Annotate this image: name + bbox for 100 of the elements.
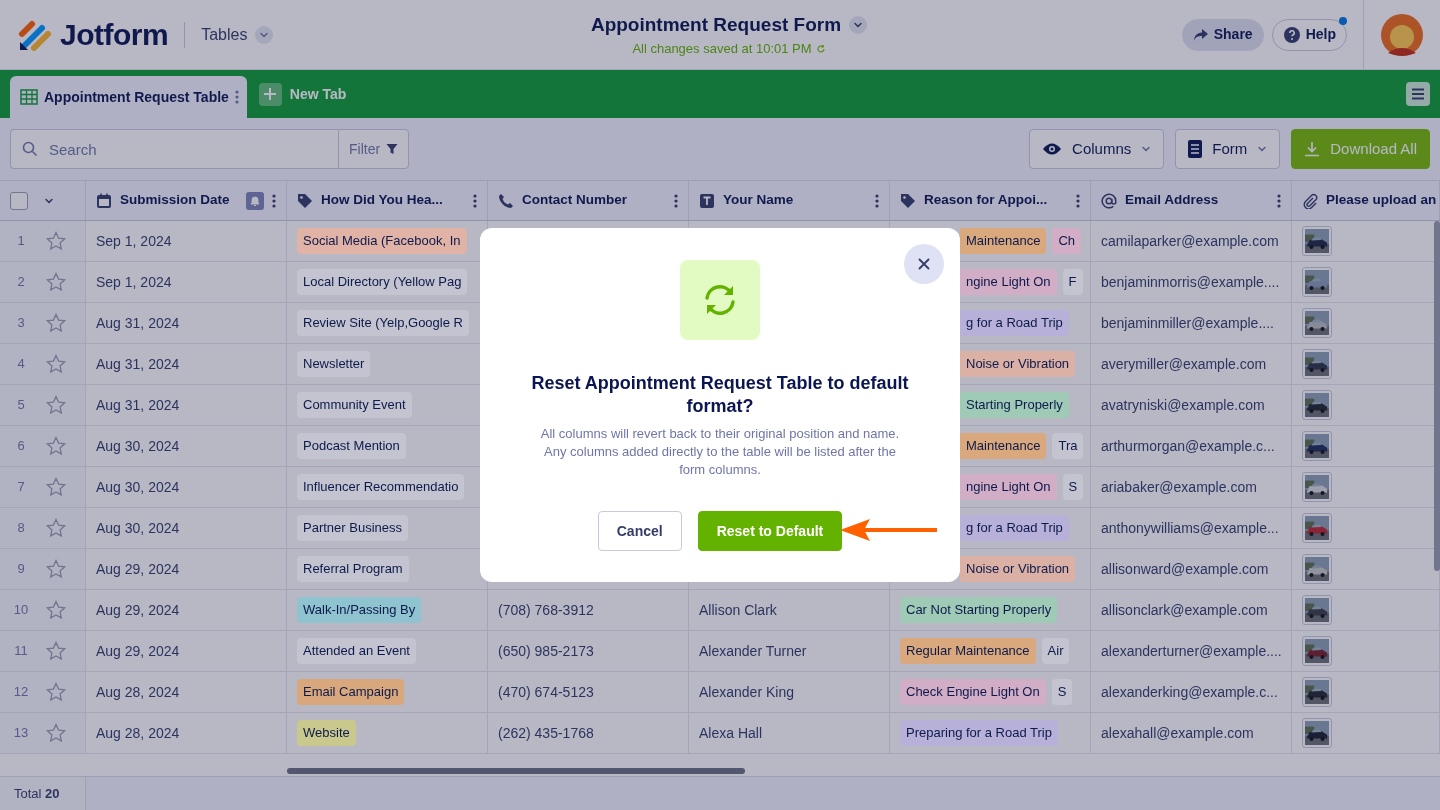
tag: Tra (1052, 433, 1084, 459)
table-cell-text: Aug 31, 2024 (96, 313, 180, 333)
more-icon[interactable] (1076, 193, 1080, 208)
search-icon (22, 141, 38, 157)
cancel-button[interactable]: Cancel (597, 511, 682, 552)
table-cell-text: Alexa Hall (699, 723, 763, 743)
horizontal-scrollbar[interactable] (287, 768, 745, 774)
more-icon[interactable] (674, 193, 678, 208)
table-cell-text: allisonclark@example.com (1101, 600, 1268, 620)
table-cell-text: allisonward@example.com (1101, 559, 1269, 579)
star-icon[interactable] (46, 518, 66, 538)
at-sign-icon (1101, 192, 1117, 209)
table-cell-text: alexanderking@example.c... (1101, 682, 1278, 702)
star-icon[interactable] (46, 641, 66, 661)
save-status: All changes saved at 10:01 PM (632, 40, 812, 58)
vertical-scrollbar[interactable] (1434, 221, 1440, 571)
avatar[interactable] (1380, 12, 1424, 57)
more-icon[interactable] (1277, 193, 1281, 208)
table-cell-text: benjaminmiller@example.... (1101, 313, 1274, 333)
filter-icon (386, 143, 399, 155)
dialog-message: All columns will revert back to their original position and name. Any columns added directly to the table will be listed after the form columns. (539, 424, 901, 480)
tag: Regular Maintenance (900, 638, 1036, 664)
tag: Influencer Recommendatio (297, 474, 465, 500)
more-icon[interactable] (473, 193, 477, 208)
row-number: 6 (16, 437, 26, 456)
tag: Noise or Vibration (960, 351, 1076, 377)
tag: Review Site (Yelp,Google R (297, 310, 469, 336)
tag: Preparing for a Road Trip (900, 720, 1058, 746)
tag: Check Engine Light On (900, 679, 1046, 705)
more-icon[interactable] (875, 193, 879, 208)
table-cell-text: (262) 435-1768 (498, 723, 594, 743)
table-cell-text: benjaminmorris@example.... (1101, 272, 1280, 292)
star-icon[interactable] (46, 477, 66, 497)
column-header[interactable]: Submission Date (120, 190, 238, 211)
star-icon[interactable] (46, 559, 66, 579)
tag-icon (900, 192, 916, 209)
star-icon[interactable] (46, 436, 66, 456)
column-header[interactable]: Please upload an (1326, 190, 1437, 211)
row-number: 13 (12, 724, 30, 743)
share-button[interactable]: Share (1181, 18, 1264, 51)
row-number: 12 (12, 683, 30, 702)
tag: Local Directory (Yellow Pag (297, 269, 468, 295)
column-header[interactable]: How Did You Hea... (321, 190, 465, 211)
download-icon (1304, 141, 1321, 157)
section-dropdown[interactable]: Tables (201, 22, 274, 47)
form-button[interactable]: Form (1175, 129, 1281, 169)
tag: g for a Road Trip (960, 310, 1069, 336)
table-cell-text: Aug 31, 2024 (96, 354, 180, 374)
column-header[interactable]: Email Address (1125, 190, 1269, 211)
table-cell-text: Aug 29, 2024 (96, 559, 180, 579)
star-icon[interactable] (46, 600, 66, 620)
close-button[interactable] (904, 244, 944, 284)
title-dropdown[interactable] (849, 15, 868, 34)
more-icon[interactable] (272, 193, 276, 208)
plus-icon (263, 87, 278, 101)
table-tab[interactable]: Appointment Request Table (10, 76, 247, 118)
column-header[interactable]: Your Name (723, 190, 867, 211)
column-header[interactable]: Reason for Appoi... (924, 190, 1068, 211)
star-icon[interactable] (46, 395, 66, 415)
table-cell-text: Aug 29, 2024 (96, 641, 180, 661)
columns-button[interactable]: Columns (1029, 129, 1165, 169)
table-cell-text: Alexander Turner (699, 641, 807, 661)
select-all-checkbox[interactable] (10, 191, 28, 210)
table-cell-text: camilaparker@example.com (1101, 231, 1279, 251)
more-icon[interactable] (234, 90, 239, 104)
tag: Referral Program (297, 556, 409, 582)
calendar-icon (96, 192, 112, 209)
tag: Podcast Mention (297, 433, 406, 459)
menu-button[interactable] (1406, 82, 1430, 106)
table-cell-text: Sep 1, 2024 (96, 231, 172, 251)
table-cell-text: Alexander King (699, 682, 794, 702)
paperclip-icon (1302, 192, 1318, 209)
total-count: Total 20 (14, 784, 60, 803)
table-cell-text: Aug 29, 2024 (96, 600, 180, 620)
grid-icon (20, 89, 38, 105)
tag: Maintenance (960, 433, 1047, 459)
row-number: 10 (12, 601, 30, 620)
column-header[interactable]: Contact Number (522, 190, 666, 211)
dialog-title: Reset Appointment Request Table to default format? (530, 372, 910, 419)
star-icon[interactable] (46, 272, 66, 292)
tag: Newsletter (297, 351, 371, 377)
search-field[interactable]: Search (10, 129, 338, 169)
table-cell-text: alexahall@example.com (1101, 723, 1254, 743)
help-button[interactable]: Help (1271, 18, 1347, 51)
tag: Starting Properly (960, 392, 1069, 418)
star-icon[interactable] (46, 313, 66, 333)
star-icon[interactable] (46, 682, 66, 702)
star-icon[interactable] (46, 354, 66, 374)
table-cell-text: arthurmorgan@example.c... (1101, 436, 1275, 456)
table-cell-text: Aug 28, 2024 (96, 723, 180, 743)
table-cell-text: Aug 30, 2024 (96, 518, 180, 538)
table-cell-text: Aug 30, 2024 (96, 477, 180, 497)
star-icon[interactable] (46, 723, 66, 743)
star-icon[interactable] (46, 231, 66, 251)
tag: F (1062, 269, 1083, 295)
bell-icon[interactable] (246, 191, 264, 210)
text-field-icon (699, 192, 715, 209)
table-cell-text: Aug 31, 2024 (96, 395, 180, 415)
refresh-icon (815, 43, 826, 54)
table-cell-text: Aug 28, 2024 (96, 682, 180, 702)
